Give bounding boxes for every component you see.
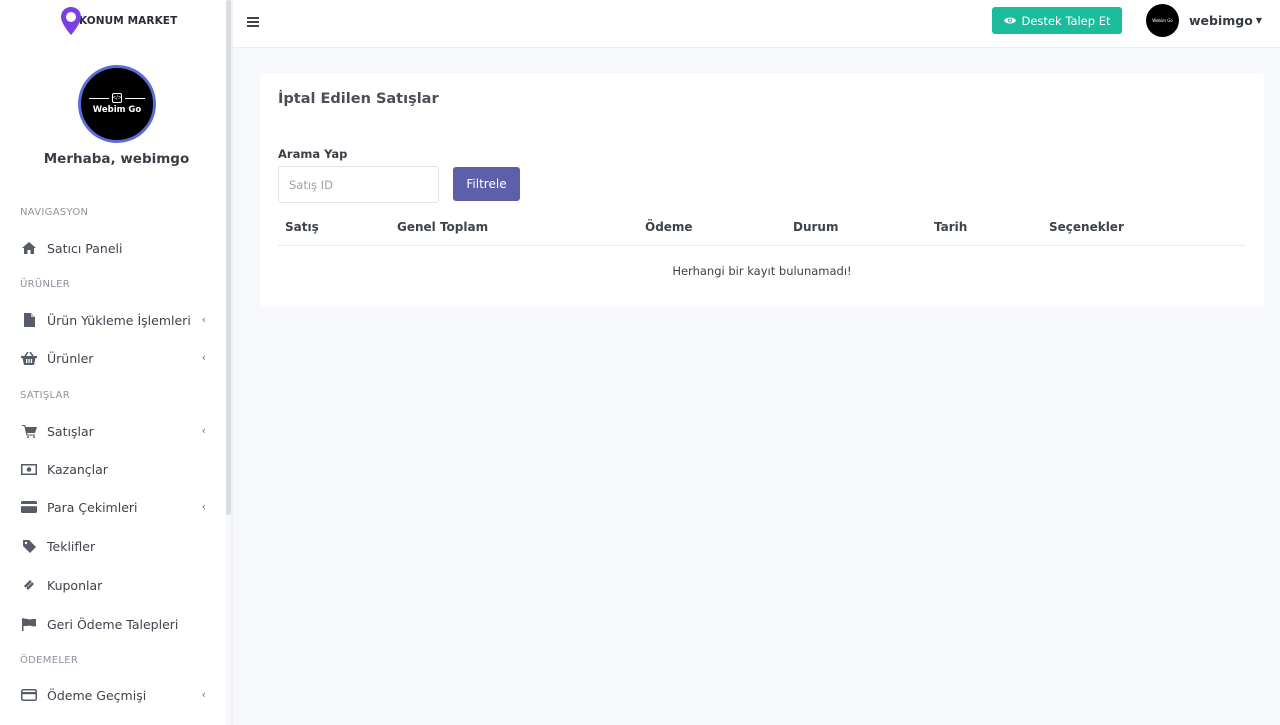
user-greeting: Merhaba, webimgo bbox=[43, 151, 190, 167]
cart-icon bbox=[20, 424, 38, 438]
code-icon: </> bbox=[111, 93, 123, 103]
column-header-durum: Durum bbox=[793, 220, 839, 234]
sidebar-item-label: Geri Ödeme Talepleri bbox=[47, 616, 179, 632]
empty-table-message: Herhangi bir kayıt bulunamadı! bbox=[672, 264, 852, 278]
sidebar-item-satislar[interactable]: Satışlar ‹ bbox=[20, 420, 210, 442]
support-button-label: Destek Talep Et bbox=[1021, 13, 1111, 28]
money-icon bbox=[20, 462, 38, 476]
credit-card-icon bbox=[20, 688, 38, 702]
sidebar-item-label: Ürünler bbox=[47, 350, 94, 366]
column-header-tarih: Tarih bbox=[934, 220, 968, 234]
sidebar-item-label: Teklifler bbox=[47, 538, 96, 554]
avatar-brand-text: Webim Go bbox=[92, 105, 142, 115]
home-icon bbox=[20, 241, 38, 255]
sidebar-item-label: Satışlar bbox=[47, 423, 94, 439]
sidebar-item-teklifler[interactable]: Teklifler bbox=[20, 535, 210, 557]
caret-down-icon: ▼ bbox=[1255, 16, 1262, 25]
column-header-genel-toplam: Genel Toplam bbox=[397, 220, 489, 234]
sidebar-item-satici-paneli[interactable]: Satıcı Paneli bbox=[20, 237, 210, 259]
username-label: webimgo bbox=[1189, 13, 1253, 28]
location-pin-icon bbox=[60, 6, 82, 36]
sidebar-item-label: Kuponlar bbox=[47, 577, 103, 593]
eye-icon bbox=[1003, 17, 1016, 24]
sidebar-item-label: Satıcı Paneli bbox=[47, 240, 123, 256]
file-icon bbox=[20, 313, 38, 327]
tag-icon bbox=[20, 539, 38, 553]
column-header-secenekler: Seçenekler bbox=[1049, 220, 1124, 234]
chevron-left-icon: ‹ bbox=[201, 500, 206, 513]
sidebar-item-para-cekimleri[interactable]: Para Çekimleri ‹ bbox=[20, 496, 210, 518]
sidebar-item-label: Para Çekimleri bbox=[47, 499, 138, 515]
sidebar-item-urunler[interactable]: Ürünler ‹ bbox=[20, 347, 210, 369]
basket-icon bbox=[20, 351, 38, 365]
sidebar-item-kuponlar[interactable]: Kuponlar bbox=[20, 574, 210, 596]
sidebar-item-label: Ödeme Geçmişi bbox=[47, 687, 147, 703]
section-title-odemeler: ÖDEMELER bbox=[20, 655, 79, 666]
sidebar-item-kazanclar[interactable]: Kazançlar bbox=[20, 458, 210, 480]
user-menu[interactable]: webimgo ▼ bbox=[1189, 13, 1262, 28]
chevron-left-icon: ‹ bbox=[201, 351, 206, 364]
column-header-odeme: Ödeme bbox=[645, 220, 693, 234]
section-title-navigasyon: NAVIGASYON bbox=[20, 207, 89, 218]
sidebar-item-geri-odeme[interactable]: Geri Ödeme Talepleri bbox=[20, 613, 210, 635]
column-header-satis: Satış bbox=[285, 220, 319, 234]
sidebar-item-label: Kazançlar bbox=[47, 461, 108, 477]
chevron-left-icon: ‹ bbox=[201, 688, 206, 701]
search-label: Arama Yap bbox=[278, 147, 348, 161]
brand-name: KONUM MARKET bbox=[79, 15, 178, 27]
sale-id-search-input[interactable] bbox=[278, 166, 439, 203]
flag-icon bbox=[20, 617, 38, 631]
topbar: Destek Talep Et Webim Go webimgo ▼ bbox=[233, 0, 1280, 48]
sidebar: KONUM MARKET </> Webim Go Merhaba, webim… bbox=[0, 0, 226, 725]
ticket-icon bbox=[20, 578, 38, 592]
support-request-button[interactable]: Destek Talep Et bbox=[992, 7, 1122, 34]
user-avatar[interactable]: </> Webim Go bbox=[78, 65, 156, 143]
user-avatar-small[interactable]: Webim Go bbox=[1146, 4, 1179, 37]
filter-button[interactable]: Filtrele bbox=[453, 167, 520, 201]
sidebar-item-odeme-gecmisi[interactable]: Ödeme Geçmişi ‹ bbox=[20, 684, 210, 706]
sidebar-item-urun-yukleme[interactable]: Ürün Yükleme İşlemleri ‹ bbox=[20, 309, 210, 331]
credit-card-icon bbox=[20, 500, 38, 514]
chevron-left-icon: ‹ bbox=[201, 424, 206, 437]
section-title-satislar: SATIŞLAR bbox=[20, 390, 70, 401]
page-title: İptal Edilen Satışlar bbox=[278, 91, 439, 107]
section-title-urunler: ÜRÜNLER bbox=[20, 279, 71, 290]
chevron-left-icon: ‹ bbox=[201, 313, 206, 326]
cancelled-sales-card: İptal Edilen Satışlar Arama Yap Filtrele… bbox=[260, 74, 1264, 307]
brand-logo[interactable]: KONUM MARKET bbox=[60, 6, 177, 36]
sidebar-item-label: Ürün Yükleme İşlemleri bbox=[47, 312, 191, 328]
menu-toggle-icon[interactable] bbox=[247, 17, 259, 29]
